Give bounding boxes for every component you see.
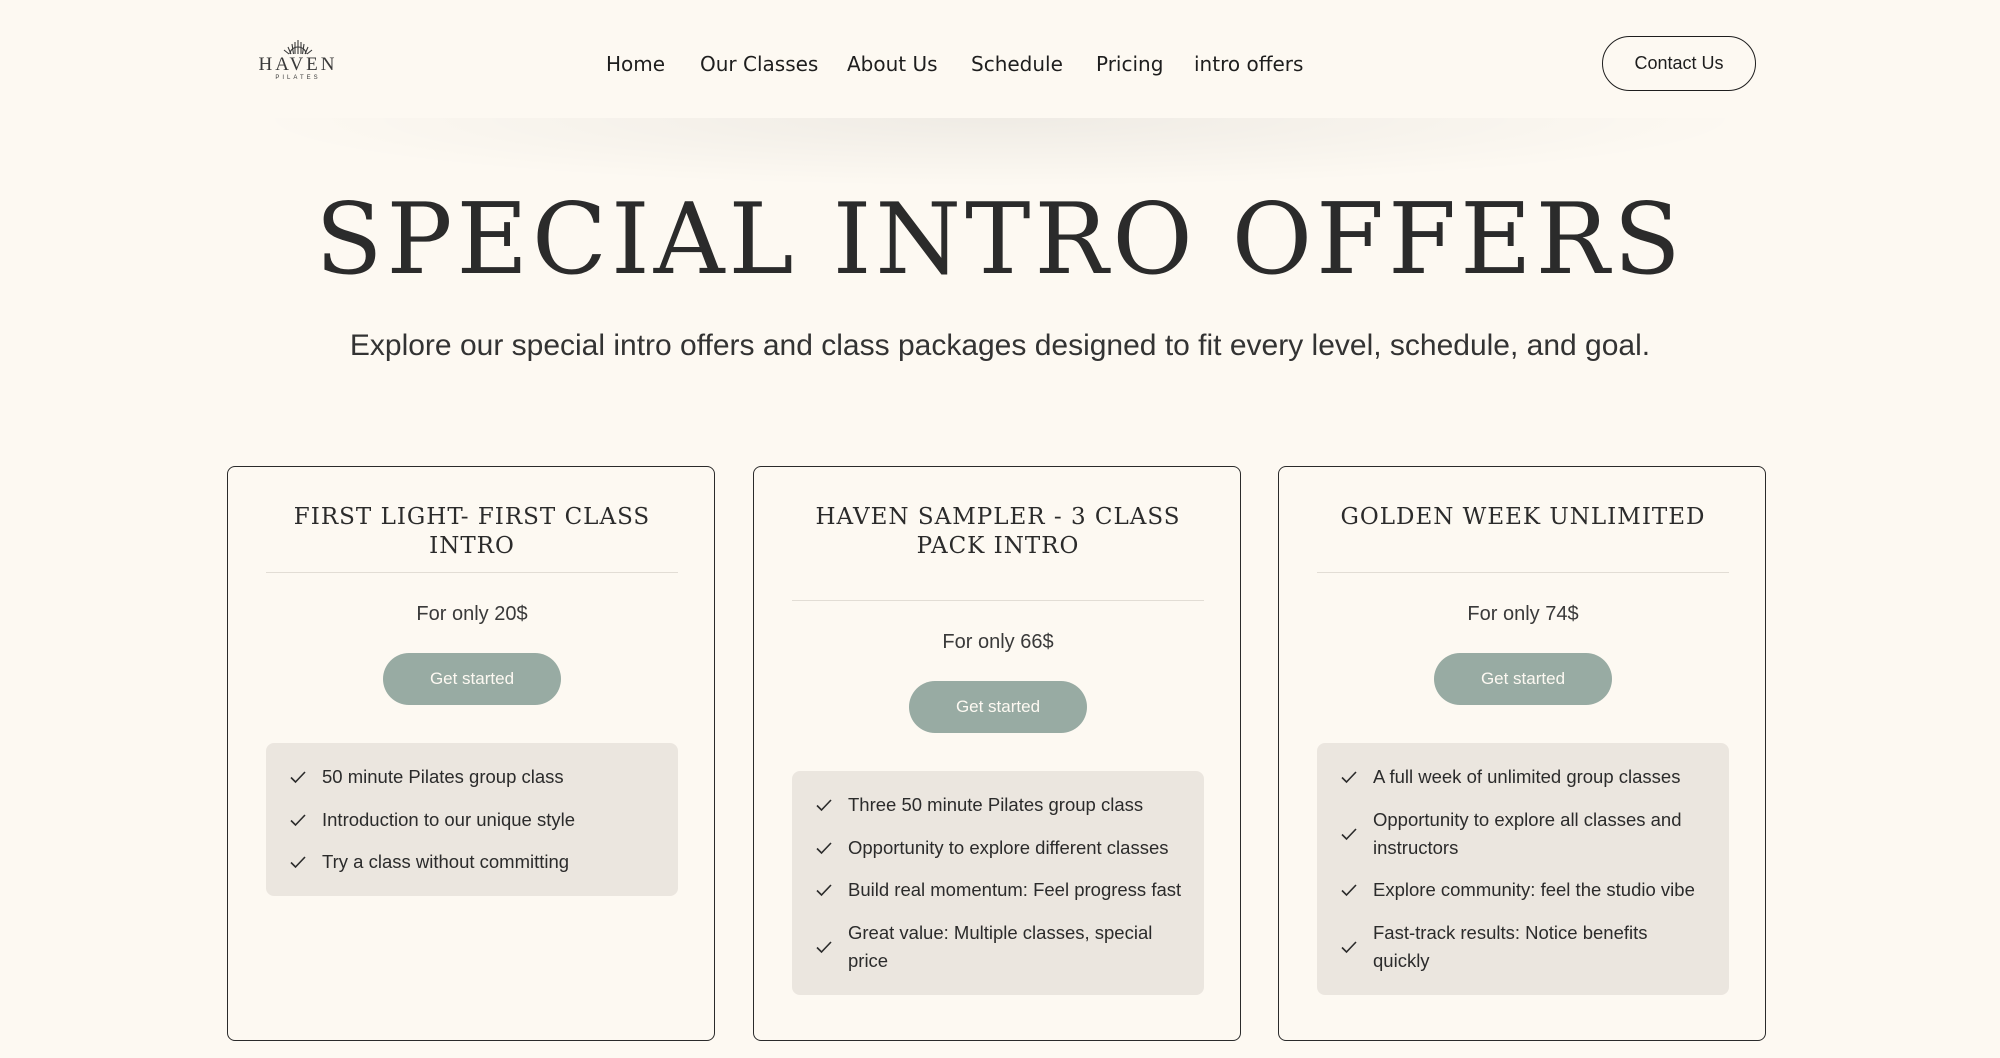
feature-list: Three 50 minute Pilates group class Oppo… xyxy=(792,771,1204,995)
list-item: Opportunity to explore all classes and i… xyxy=(1339,806,1709,862)
card-divider xyxy=(266,572,678,573)
get-started-button[interactable]: Get started xyxy=(1434,653,1612,705)
feature-text: A full week of unlimited group classes xyxy=(1373,766,1681,787)
list-item: Try a class without committing xyxy=(288,848,658,876)
list-item: Build real momentum: Feel progress fast xyxy=(814,876,1184,904)
card-title: HAVEN SAMPLER - 3 CLASS PACK INTRO xyxy=(815,504,1181,559)
check-icon xyxy=(1339,824,1359,844)
check-icon xyxy=(1339,937,1359,957)
feature-text: Three 50 minute Pilates group class xyxy=(848,794,1144,815)
card-divider xyxy=(1317,572,1729,573)
check-icon xyxy=(288,810,308,830)
list-item: Opportunity to explore different classes xyxy=(814,834,1184,862)
check-icon xyxy=(814,795,834,815)
check-icon xyxy=(1339,767,1359,787)
check-icon xyxy=(1339,880,1359,900)
list-item: Introduction to our unique style xyxy=(288,806,658,834)
card-title: GOLDEN WEEK UNLIMITED xyxy=(1340,504,1706,530)
check-icon xyxy=(288,767,308,787)
site-header: HAVEN PILATES Home Our Classes About Us … xyxy=(0,0,2000,122)
nav-intro-offers[interactable]: intro offers xyxy=(1194,50,1303,78)
get-started-button[interactable]: Get started xyxy=(909,681,1087,733)
list-item: Explore community: feel the studio vibe xyxy=(1339,876,1709,904)
nav-home[interactable]: Home xyxy=(606,50,665,78)
feature-list: A full week of unlimited group classes O… xyxy=(1317,743,1729,995)
nav-pricing[interactable]: Pricing xyxy=(1096,50,1163,78)
check-icon xyxy=(814,838,834,858)
card-divider xyxy=(792,600,1204,601)
check-icon xyxy=(814,880,834,900)
feature-text: Opportunity to explore all classes and i… xyxy=(1373,808,1682,858)
list-item: A full week of unlimited group classes xyxy=(1339,763,1709,791)
nav-our-classes[interactable]: Our Classes xyxy=(700,50,818,78)
list-item: Three 50 minute Pilates group class xyxy=(814,791,1184,819)
contact-us-button[interactable]: Contact Us xyxy=(1602,36,1756,91)
feature-text: 50 minute Pilates group class xyxy=(322,766,564,787)
feature-text: Fast-track results: Notice benefits quic… xyxy=(1373,921,1648,971)
get-started-button[interactable]: Get started xyxy=(383,653,561,705)
card-price: For only 66$ xyxy=(942,631,1054,653)
feature-text: Build real momentum: Feel progress fast xyxy=(848,879,1182,900)
feature-text: Opportunity to explore different classes xyxy=(848,836,1169,858)
card-title: FIRST LIGHT- FIRST CLASS INTRO xyxy=(293,504,651,559)
feature-text: Explore community: feel the studio vibe xyxy=(1373,879,1695,900)
header-shadow xyxy=(240,118,1760,188)
list-item: 50 minute Pilates group class xyxy=(288,763,658,791)
page-subtitle: Explore our special intro offers and cla… xyxy=(349,329,1651,362)
list-item: Fast-track results: Notice benefits quic… xyxy=(1339,919,1709,975)
feature-text: Introduction to our unique style xyxy=(322,808,575,830)
feature-list: 50 minute Pilates group class Introducti… xyxy=(266,743,678,896)
offer-card-golden-week: GOLDEN WEEK UNLIMITED For only 74$ Get s… xyxy=(1278,466,1766,1041)
check-icon xyxy=(814,937,834,957)
check-icon xyxy=(288,852,308,872)
feature-text: Great value: Multiple classes, special p… xyxy=(848,921,1153,971)
offer-card-first-light: FIRST LIGHT- FIRST CLASS INTRO For only … xyxy=(227,466,715,1041)
list-item: Great value: Multiple classes, special p… xyxy=(814,919,1184,975)
card-price: For only 74$ xyxy=(1467,603,1579,625)
offer-card-haven-sampler: HAVEN SAMPLER - 3 CLASS PACK INTRO For o… xyxy=(753,466,1241,1041)
feature-text: Try a class without committing xyxy=(322,851,570,872)
page-title: SPECIAL INTRO OFFERS xyxy=(315,183,1685,297)
nav-about-us[interactable]: About Us xyxy=(847,50,938,78)
card-price: For only 20$ xyxy=(416,603,528,625)
nav-schedule[interactable]: Schedule xyxy=(971,50,1063,78)
